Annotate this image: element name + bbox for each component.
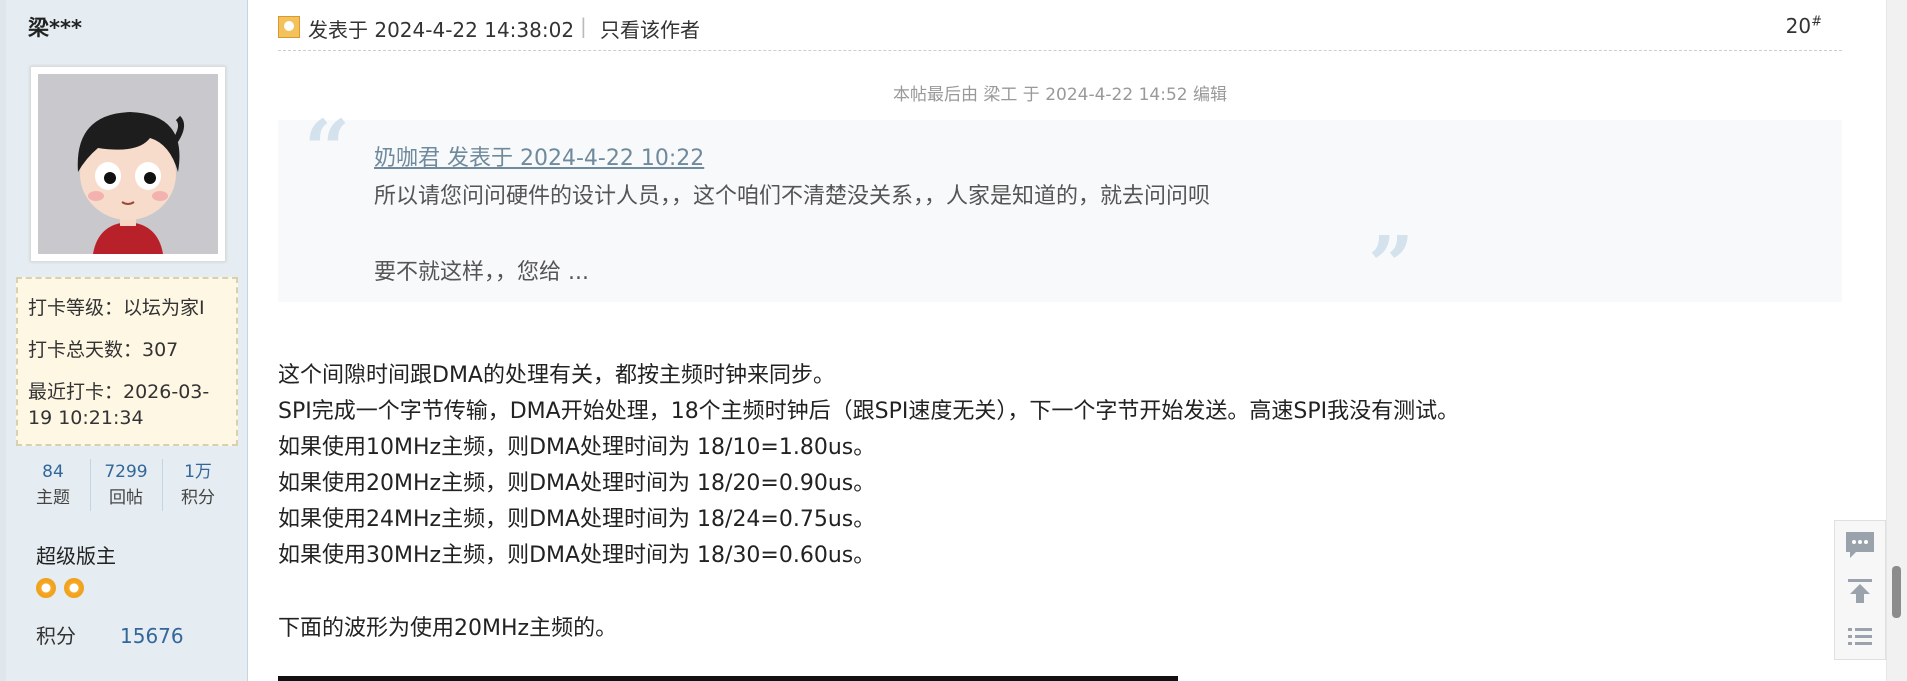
post-line: 下面的波形为使用20MHz主频的。: [278, 616, 618, 641]
checkin-level: 打卡等级：以坛为家I: [28, 297, 205, 319]
last-checkin: 最近打卡：2026-03-: [28, 381, 210, 403]
user-icon: [278, 16, 300, 38]
quote-line: 所以请您问问硬件的设计人员，，这个咱们不清楚没关系，，人家是知道的，就去问问呗: [374, 184, 1211, 209]
counter-label: 主题: [36, 488, 70, 508]
separator: |: [580, 14, 587, 38]
close-quote-icon: ”: [1368, 218, 1415, 312]
rank-stars: [36, 578, 92, 604]
counter-topics[interactable]: 84 主题: [18, 459, 88, 511]
counter-replies[interactable]: 7299 回帖: [90, 459, 161, 511]
post-line: 这个间隙时间跟DMA的处理有关，都按主频时钟来同步。: [278, 363, 835, 388]
user-points: 积分 15676: [36, 620, 184, 649]
list-icon[interactable]: [1835, 615, 1885, 659]
counter-label: 积分: [181, 488, 215, 508]
post-line: 如果使用20MHz主频，则DMA处理时间为 18/20=0.90us。: [278, 471, 876, 496]
waveform-image[interactable]: [278, 676, 1178, 681]
floor-mark: #: [1811, 14, 1822, 30]
quote-source-link[interactable]: 奶咖君 发表于 2024-4-22 10:22: [374, 140, 704, 172]
back-to-top-icon[interactable]: [1835, 569, 1885, 613]
username[interactable]: 梁***: [28, 12, 82, 42]
post-line: 如果使用30MHz主频，则DMA处理时间为 18/30=0.60us。: [278, 543, 876, 568]
points-label: 积分: [36, 624, 76, 648]
post-line: 如果使用10MHz主频，则DMA处理时间为 18/10=1.80us。: [278, 435, 876, 460]
avatar-image: [38, 74, 218, 254]
post-line: SPI完成一个字节传输，DMA开始处理，18个主频时钟后（跟SPI速度无关），下…: [278, 399, 1460, 424]
comment-icon[interactable]: [1835, 523, 1885, 567]
counter-value: 1万: [184, 462, 212, 482]
counter-points[interactable]: 1万 积分: [162, 459, 233, 511]
post-header: 发表于 2024-4-22 14:38:02 | 只看该作者 20#: [278, 10, 1842, 51]
floor-number[interactable]: 20#: [1786, 14, 1822, 38]
last-checkin-time: 19 10:21:34: [28, 407, 144, 429]
scrollbar-thumb[interactable]: [1892, 566, 1901, 618]
user-sidebar: 梁*** 打卡等级：以坛为家I 打卡总天数：307 最近打卡：2026-03- …: [0, 0, 248, 681]
sidebar-edge: [0, 0, 6, 681]
quote-line: 要不就这样，，您给 ...: [374, 260, 589, 285]
points-value: 15676: [120, 624, 184, 648]
user-counters: 84 主题 7299 回帖 1万 积分: [18, 459, 236, 515]
checkin-days: 打卡总天数：307: [28, 339, 179, 361]
counter-value: 84: [42, 462, 64, 482]
only-author-link[interactable]: 只看该作者: [600, 14, 700, 43]
counter-label: 回帖: [109, 488, 143, 508]
floor-value: 20: [1785, 14, 1812, 38]
open-quote-icon: “: [304, 102, 351, 196]
sun-icon: [36, 578, 56, 598]
floating-toolbar: [1834, 520, 1886, 660]
edit-note: 本帖最后由 梁工 于 2024-4-22 14:52 编辑: [893, 85, 1227, 105]
counter-value: 7299: [104, 462, 148, 482]
checkin-info-box: 打卡等级：以坛为家I 打卡总天数：307 最近打卡：2026-03- 19 10…: [16, 277, 238, 446]
post-timestamp: 发表于 2024-4-22 14:38:02: [308, 18, 575, 42]
sun-icon: [64, 578, 84, 598]
post-line: 如果使用24MHz主频，则DMA处理时间为 18/24=0.75us。: [278, 507, 876, 532]
quote-block: “ 奶咖君 发表于 2024-4-22 10:22 所以请您问问硬件的设计人员，…: [278, 102, 1842, 312]
user-rank[interactable]: 超级版主: [36, 540, 116, 569]
avatar[interactable]: [30, 66, 226, 262]
